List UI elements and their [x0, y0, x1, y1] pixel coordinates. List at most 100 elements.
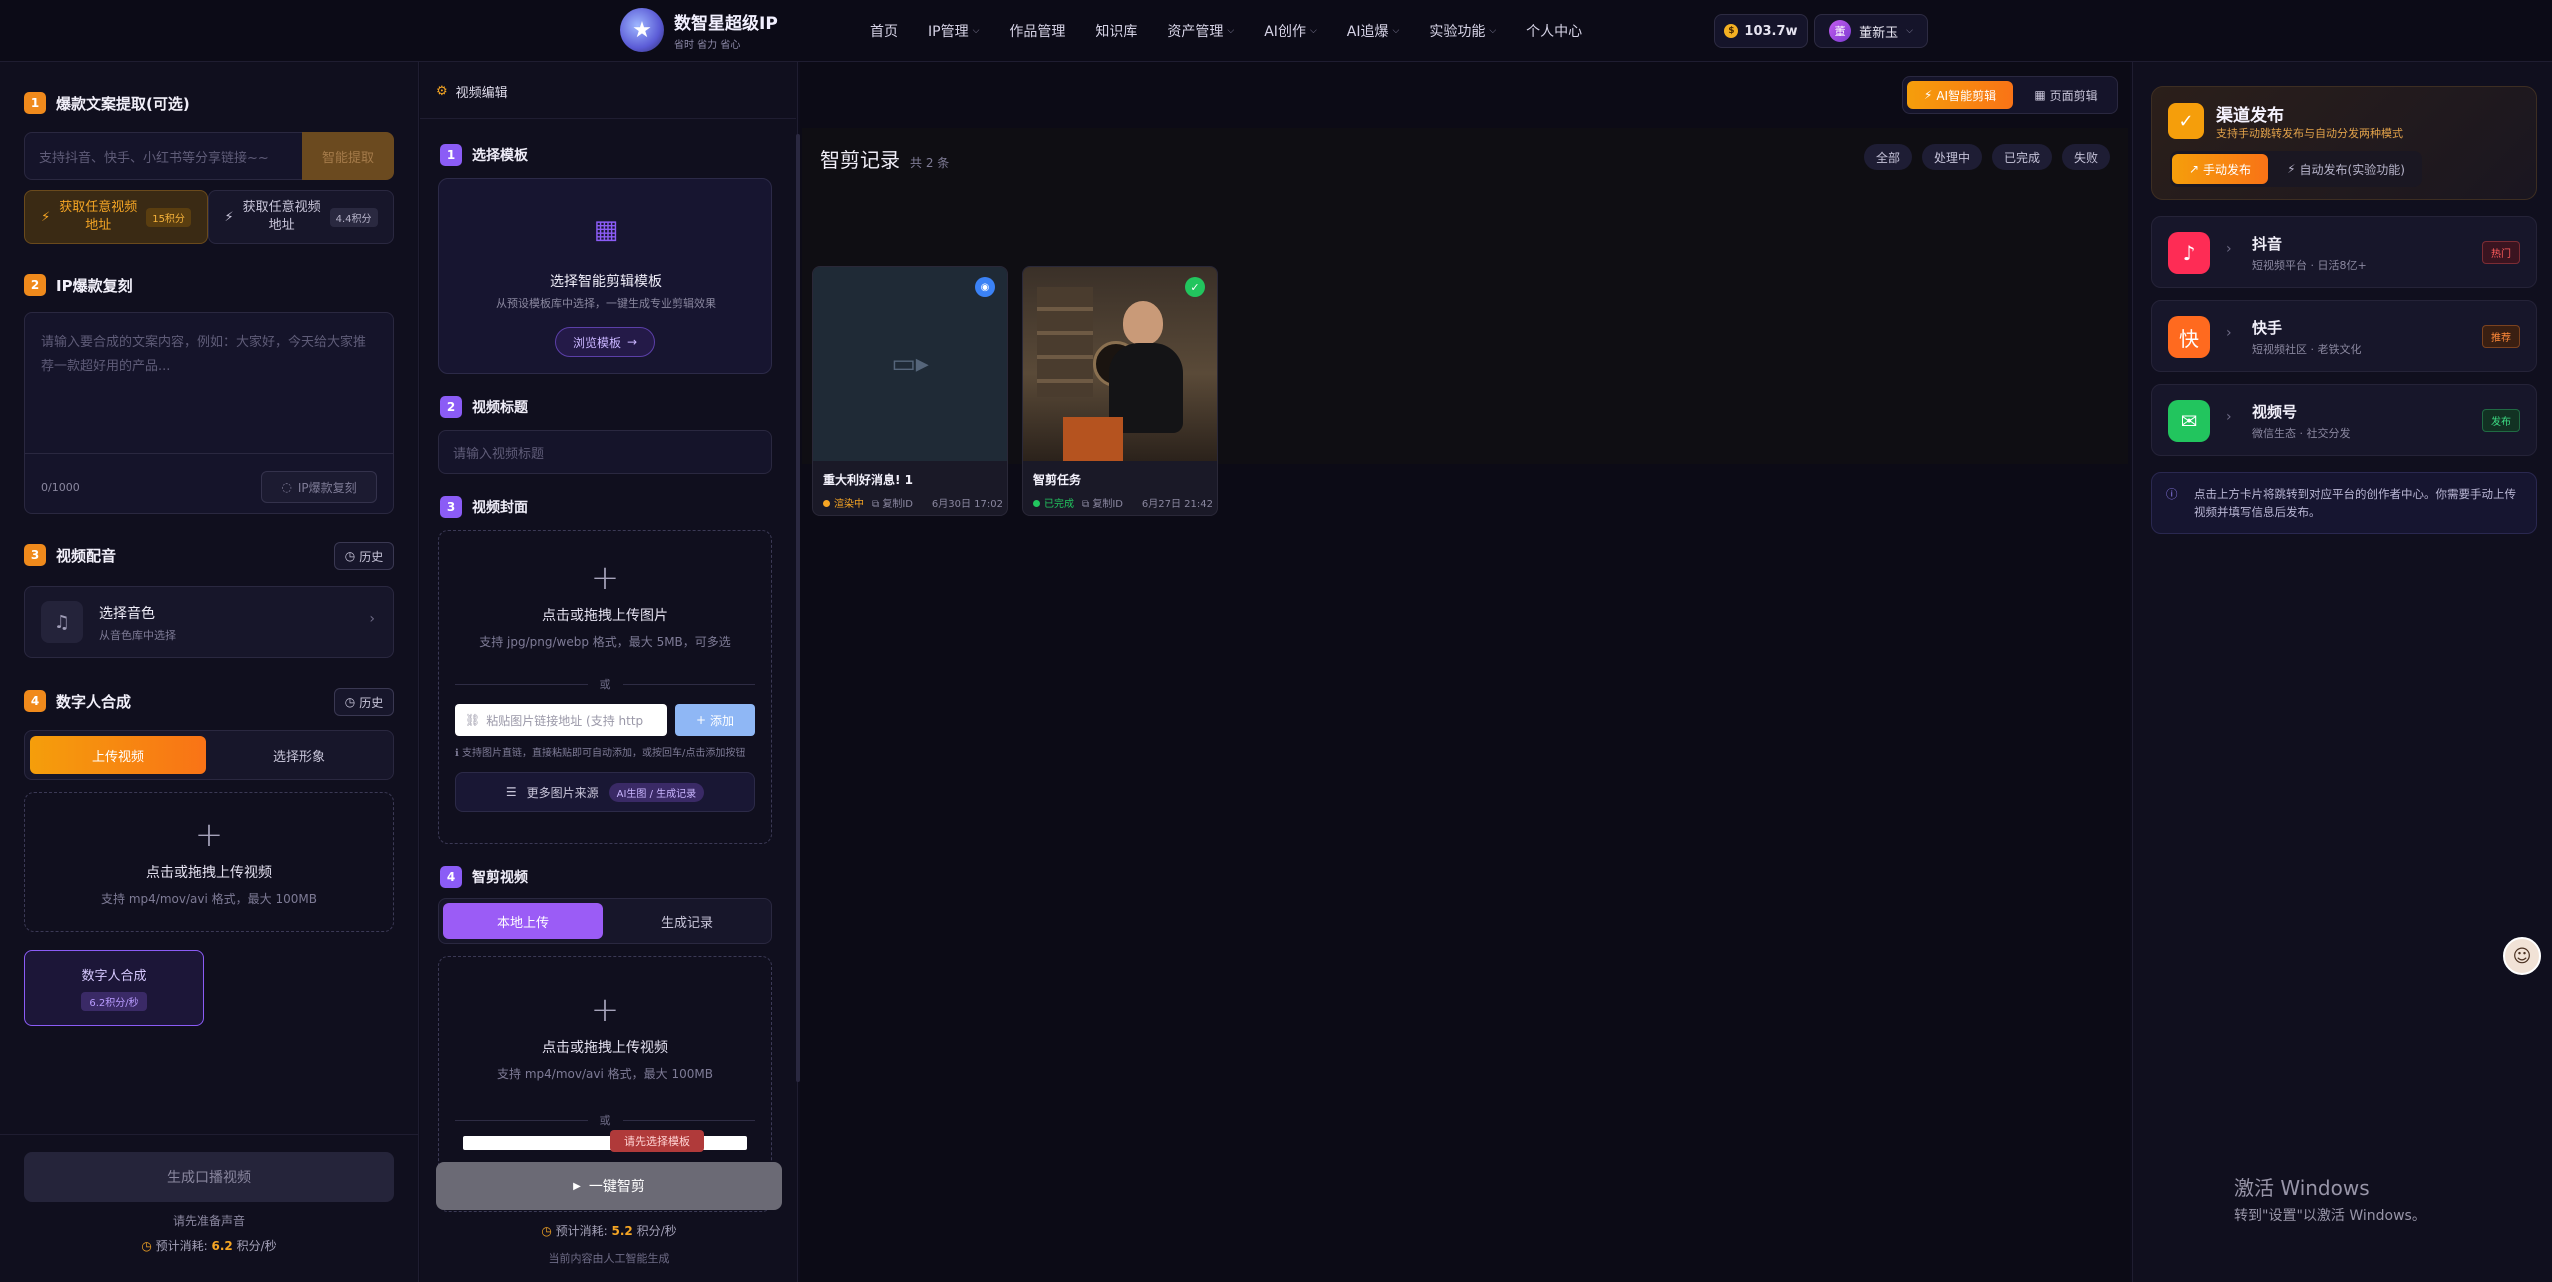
nav-item[interactable]: AI追爆 ⌵ [1347, 21, 1400, 41]
platform-card[interactable]: ✉ › 视频号 微信生态 · 社交分发 发布 [2151, 384, 2537, 456]
video-title-input[interactable]: 请输入视频标题 [438, 430, 772, 474]
select-voice-card[interactable]: ♫ 选择音色 从音色库中选择 › [24, 586, 394, 658]
video-camera-icon: ▭▸ [891, 349, 929, 379]
card-subtitle: 从预设模板库中选择，一键生成专业剪辑效果 [496, 297, 716, 310]
source-tag: AI生图 / 生成记录 [608, 782, 705, 802]
dropzone-title: 点击或拖拽上传视频 [542, 1040, 668, 1056]
publish-title: 渠道发布 [2216, 106, 2284, 126]
nav-label: 知识库 [1095, 24, 1138, 40]
upload-video-dropzone[interactable]: + 点击或拖拽上传视频 支持 mp4/mov/avi 格式，最大 100MB [24, 792, 394, 932]
video-edit-header: ⚙ 视频编辑 [436, 82, 508, 101]
script-textarea[interactable]: 请输入要合成的文案内容，例如：大家好，今天给大家推荐一款超好用的产品... 0/… [24, 312, 394, 514]
more-image-sources-button[interactable]: ☰ 更多图片来源 AI生图 / 生成记录 [455, 772, 755, 812]
nav-item[interactable]: 个人中心 [1526, 21, 1582, 41]
cost-badge: 4.4积分 [329, 207, 378, 227]
button-label: 历史 [359, 549, 384, 564]
record-card[interactable]: ▭▸ ◉ 重大利好消息! 1 渲染中 ⧉ 复制ID 6月30日 17:02 [812, 266, 1008, 516]
status-filters: 全部 处理中 已完成 失败 [1863, 144, 2110, 170]
image-link-input[interactable]: ⛓ 粘贴图片链接地址 (支持 http [455, 704, 667, 736]
chevron-down-icon: ⌵ [1906, 26, 1913, 36]
tab-label: 页面剪辑 [2049, 88, 2098, 103]
user-menu[interactable]: 董 董新玉 ⌵ [1814, 14, 1928, 48]
voice-history-button[interactable]: ◷ 历史 [334, 542, 394, 570]
add-image-link-button[interactable]: + 添加 [675, 704, 755, 736]
record-card[interactable]: ✓ 智剪任务 已完成 ⧉ 复制ID 6月27日 21:42 [1022, 266, 1218, 516]
filter-chip[interactable]: 失败 [2061, 144, 2110, 170]
dropzone-title[interactable]: 点击或拖拽上传图片 [542, 605, 668, 625]
nav-item[interactable]: 首页 [870, 21, 898, 41]
step-number: 2 [440, 396, 462, 418]
tab-select-avatar[interactable]: 选择形象 [211, 736, 387, 774]
chevron-down-icon: ⌵ [1227, 26, 1235, 36]
manual-publish-button[interactable]: ↗ 手动发布 [2172, 154, 2268, 184]
channel-publish-card: ✓ 渠道发布 支持手动跳转发布与自动分发两种模式 ↗ 手动发布 ⚡ 自动发布(实验功… [2151, 86, 2537, 200]
nav-item[interactable]: 作品管理 [1009, 21, 1065, 41]
app-tagline: 省时 省力 省心 [674, 40, 741, 51]
section-title: 数字人合成 [56, 692, 132, 711]
chevron-right-icon: › [2226, 241, 2232, 257]
tab-page-edit[interactable]: ▦ 页面剪辑 [2017, 81, 2115, 109]
nav-item[interactable]: 实验功能 ⌵ [1429, 21, 1496, 41]
section-template-title: 1 选择模板 [440, 144, 528, 166]
chevron-right-icon: › [369, 611, 375, 627]
credits-value: 103.7w [1744, 23, 1798, 39]
filter-chip[interactable]: 处理中 [1921, 144, 1982, 170]
records-panel: ⚡ AI智能剪辑 ▦ 页面剪辑 智剪记录 共 2 条 全部 处理中 已完成 失败 ▭▸ ◉… [800, 62, 2130, 1282]
textarea-placeholder: 请输入要合成的文案内容，例如：大家好，今天给大家推荐一款超好用的产品... [41, 335, 367, 374]
digital-human-history-button[interactable]: ◷ 历史 [334, 688, 394, 716]
plus-icon: + [194, 814, 224, 855]
step-number: 3 [440, 496, 462, 518]
copy-id-button[interactable]: ⧉ 复制ID [872, 495, 913, 510]
logo[interactable]: ★ 数智星超级IP 省时 省力 省心 [620, 8, 778, 52]
get-video-url-option-2[interactable]: ⚡ 获取任意视频地址 4.4积分 [208, 190, 394, 244]
one-click-smart-edit-button[interactable]: ▶ 一键智剪 [436, 1162, 782, 1210]
ip-copy-button[interactable]: ◌ IP爆款复刻 [261, 471, 377, 503]
estimated-cost: ◷ 预计消耗: 5.2 积分/秒 [420, 1222, 798, 1239]
digital-human-synth-button[interactable]: 数字人合成 6.2积分/秒 [24, 950, 204, 1026]
step-number: 2 [24, 274, 46, 296]
clock-icon: ◷ [541, 1224, 552, 1238]
tab-upload-video[interactable]: 上传视频 [30, 736, 206, 774]
filter-chip[interactable]: 已完成 [1991, 144, 2052, 170]
panel-title: 视频编辑 [455, 86, 508, 101]
platform-tag: 热门 [2482, 241, 2520, 264]
image-link-tip: ℹ 支持图片直链，直接粘贴即可自动添加，或按回车/点击添加按钮 [455, 746, 755, 762]
section-title: 爆款文案提取(可选) [56, 94, 190, 113]
section-title: 视频封面 [472, 500, 528, 516]
nav-label: 资产管理 [1167, 24, 1224, 40]
processing-icon: ◉ [975, 277, 995, 297]
cost-badge: 6.2积分/秒 [81, 992, 147, 1011]
option-label: 获取任意视频地址 [59, 200, 138, 233]
dropzone-subtitle: 支持 jpg/png/webp 格式，最大 5MB，可多选 [479, 635, 731, 649]
nav-item[interactable]: IP管理 ⌵ [928, 21, 979, 41]
tab-local-upload[interactable]: 本地上传 [443, 903, 603, 939]
button-label: 添加 [710, 713, 735, 728]
share-link-input[interactable]: 支持抖音、快手、小红书等分享链接~~ [24, 132, 304, 180]
assistant-avatar[interactable]: ☺ [2503, 937, 2541, 975]
credits-display[interactable]: $ 103.7w [1714, 14, 1808, 48]
nav-item[interactable]: 资产管理 ⌵ [1167, 21, 1234, 41]
get-video-url-option-1[interactable]: ⚡ 获取任意视频地址 15积分 [24, 190, 208, 244]
generate-talking-video-button[interactable]: 生成口播视频 [24, 1152, 394, 1202]
clock-icon: ◷ [141, 1239, 152, 1253]
auto-publish-button[interactable]: ⚡ 自动发布(实验功能) [2272, 154, 2420, 184]
nav-label: 实验功能 [1429, 24, 1486, 40]
platform-card[interactable]: ♪ › 抖音 短视频平台 · 日活8亿+ 热门 [2151, 216, 2537, 288]
browse-templates-button[interactable]: 浏览模板 → [555, 327, 655, 357]
top-bar: ★ 数智星超级IP 省时 省力 省心 首页 IP管理 ⌵ 作品管理 知识库 资产管理 ⌵ AI… [0, 0, 2552, 62]
filter-chip[interactable]: 全部 [1863, 144, 1912, 170]
cost-badge: 15积分 [146, 207, 191, 227]
plus-icon: + [590, 558, 620, 598]
nav-label: AI创作 [1264, 24, 1306, 40]
tab-generation-records[interactable]: 生成记录 [607, 903, 767, 939]
nav-label: 首页 [870, 24, 898, 40]
copy-id-button[interactable]: ⧉ 复制ID [1082, 495, 1123, 510]
tab-ai-smart-edit[interactable]: ⚡ AI智能剪辑 [1907, 81, 2013, 109]
smart-extract-button[interactable]: 智能提取 [302, 132, 394, 180]
platform-card[interactable]: 快 › 快手 短视频社区 · 老铁文化 推荐 [2151, 300, 2537, 372]
nav-item[interactable]: 知识库 [1095, 21, 1137, 41]
section-cover-title: 3 视频封面 [440, 496, 528, 518]
nav-item[interactable]: AI创作 ⌵ [1264, 21, 1317, 41]
bolt-icon: ⚡ [41, 209, 51, 225]
template-picker-card[interactable]: ▦ 选择智能剪辑模板 从预设模板库中选择，一键生成专业剪辑效果 浏览模板 → [438, 178, 772, 374]
